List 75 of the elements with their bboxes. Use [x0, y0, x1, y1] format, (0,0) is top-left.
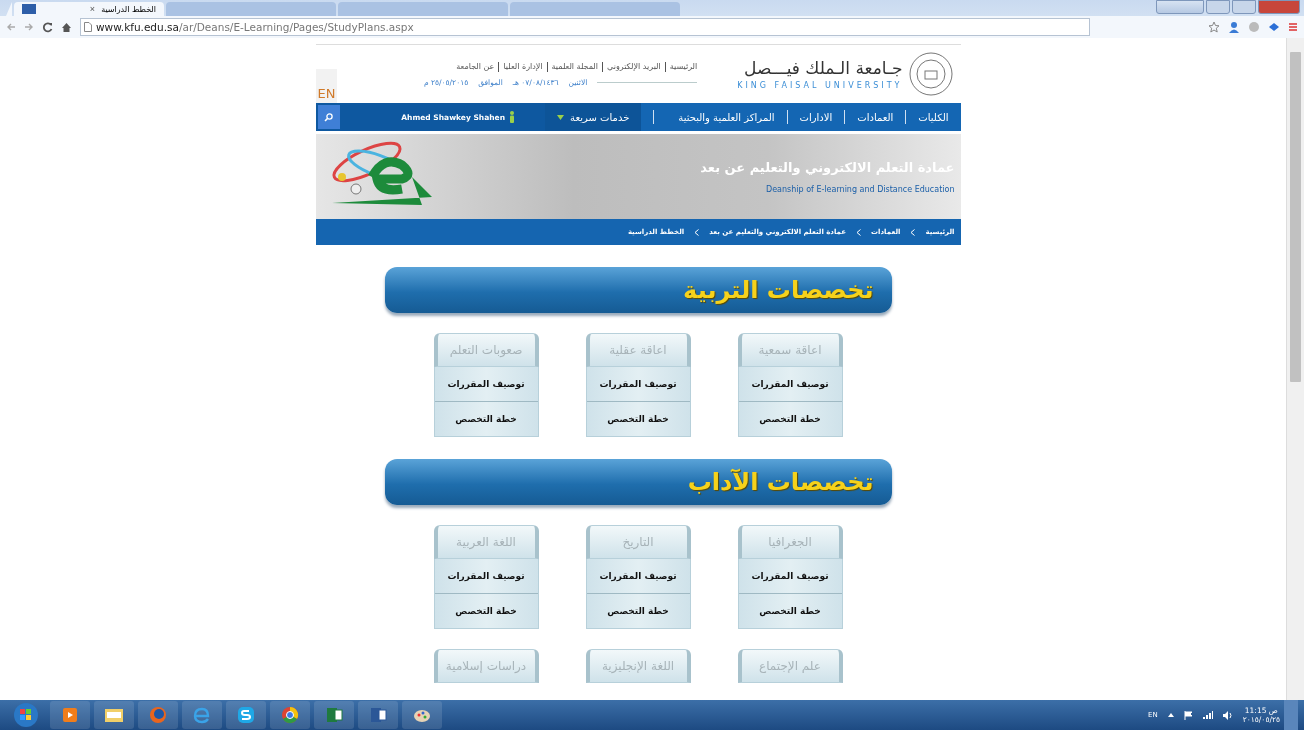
menu-icon[interactable] — [1288, 22, 1298, 32]
up-arrow-icon[interactable] — [1167, 713, 1174, 717]
card-link[interactable]: خطة التخصص — [738, 593, 842, 628]
specialty-title: اللغة الإنجليزية — [585, 649, 691, 683]
card-link[interactable]: توصيف المقررات — [738, 559, 842, 593]
search-icon — [324, 112, 333, 122]
back-button[interactable] — [6, 22, 16, 32]
card-link[interactable]: خطة التخصص — [738, 401, 842, 436]
document-icon[interactable] — [358, 701, 398, 729]
site-favicon-icon — [22, 4, 36, 14]
palette-icon[interactable] — [402, 701, 442, 729]
browser-tab[interactable]: × الخطط الدراسية — [14, 2, 164, 16]
banner-subtitle: Deanship of E-learning and Distance Education — [765, 184, 955, 194]
url-host: www.kfu.edu.sa — [96, 21, 179, 33]
diamond-icon[interactable] — [1268, 21, 1280, 33]
nav-link[interactable]: الكليات — [906, 111, 961, 123]
specialty-title: دراسات إسلامية — [433, 649, 539, 683]
header-link[interactable]: الإدارة العليا — [503, 62, 543, 71]
signal-icon[interactable] — [1202, 711, 1213, 719]
specialty-title: الجغرافيا — [737, 525, 843, 559]
card-link[interactable]: خطة التخصص — [586, 401, 690, 436]
card-link[interactable]: توصيف المقررات — [586, 367, 690, 401]
specialty-title: التاريخ — [585, 525, 691, 559]
flag-icon[interactable] — [1183, 710, 1193, 720]
section-banner: تخصصات التربية — [384, 267, 892, 313]
header-link[interactable]: الرئيسية — [669, 62, 698, 71]
forward-button[interactable] — [24, 22, 34, 32]
page-icon — [84, 22, 92, 32]
bookmark-star-icon[interactable] — [1208, 21, 1220, 33]
university-name: جـامعة الـملك فيـــصل — [744, 58, 903, 78]
header-link[interactable]: البريد الإلكتروني — [607, 62, 661, 71]
card-link[interactable]: خطة التخصص — [434, 593, 538, 628]
nav-link[interactable]: الادارات — [787, 111, 845, 123]
section-banner: تخصصات الآداب — [384, 459, 892, 505]
home-button[interactable] — [61, 21, 72, 33]
chevron-icon — [856, 228, 862, 236]
profile-button[interactable] — [1156, 0, 1204, 14]
nav-link[interactable]: العمادات — [845, 111, 906, 123]
specialty-title: اعاقة سمعية — [737, 333, 843, 367]
specialty-title: اعاقة عقلية — [585, 333, 691, 367]
url-path: /ar/Deans/E-Learning/Pages/StudyPlans.aspx — [178, 21, 414, 33]
ring-icon[interactable] — [270, 701, 310, 729]
dropdown-caret-icon — [557, 114, 564, 120]
tab-title: الخطط الدراسية — [101, 4, 156, 14]
card-link[interactable]: توصيف المقررات — [434, 367, 538, 401]
globe-icon[interactable] — [1248, 21, 1260, 33]
university-seal-icon — [908, 52, 953, 96]
folder-icon[interactable] — [94, 701, 134, 729]
card-link[interactable]: توصيف المقررات — [586, 559, 690, 593]
close-window-button[interactable] — [1258, 0, 1300, 14]
address-bar[interactable]: www.kfu.edu.sa/ar/Deans/E-Learning/Pages/StudyPlans.aspx — [80, 18, 1090, 36]
chevron-icon — [910, 228, 916, 236]
person-icon[interactable] — [1228, 21, 1240, 33]
nav-link[interactable]: المراكز العلمية والبحثية — [666, 111, 787, 123]
maximize-button[interactable] — [1232, 0, 1256, 14]
person-icon — [509, 111, 515, 123]
card-link[interactable]: توصيف المقررات — [434, 559, 538, 593]
tab-close-button[interactable]: × — [89, 4, 96, 14]
reload-button[interactable] — [42, 21, 53, 33]
header-link[interactable]: عن الجامعة — [456, 62, 495, 71]
s-letter-icon[interactable] — [226, 701, 266, 729]
card-link[interactable]: توصيف المقررات — [738, 367, 842, 401]
card-link[interactable]: خطة التخصص — [434, 401, 538, 436]
spreadsheet-icon[interactable] — [314, 701, 354, 729]
university-name-english: KING FAISAL UNIVERSITY — [737, 81, 903, 90]
minimize-button[interactable] — [1206, 0, 1230, 14]
search-button[interactable] — [317, 105, 340, 129]
specialty-title: علم الإجتماع — [737, 649, 843, 683]
quick-services-menu[interactable]: خدمات سريعة — [545, 103, 642, 131]
specialty-title: صعوبات التعلم — [433, 333, 539, 367]
specialty-title: اللغة العربية — [433, 525, 539, 559]
header-link[interactable]: المجلة العلمية — [551, 62, 598, 71]
card-link[interactable]: خطة التخصص — [586, 593, 690, 628]
speaker-icon[interactable] — [1222, 710, 1233, 720]
chevron-icon — [694, 228, 700, 236]
